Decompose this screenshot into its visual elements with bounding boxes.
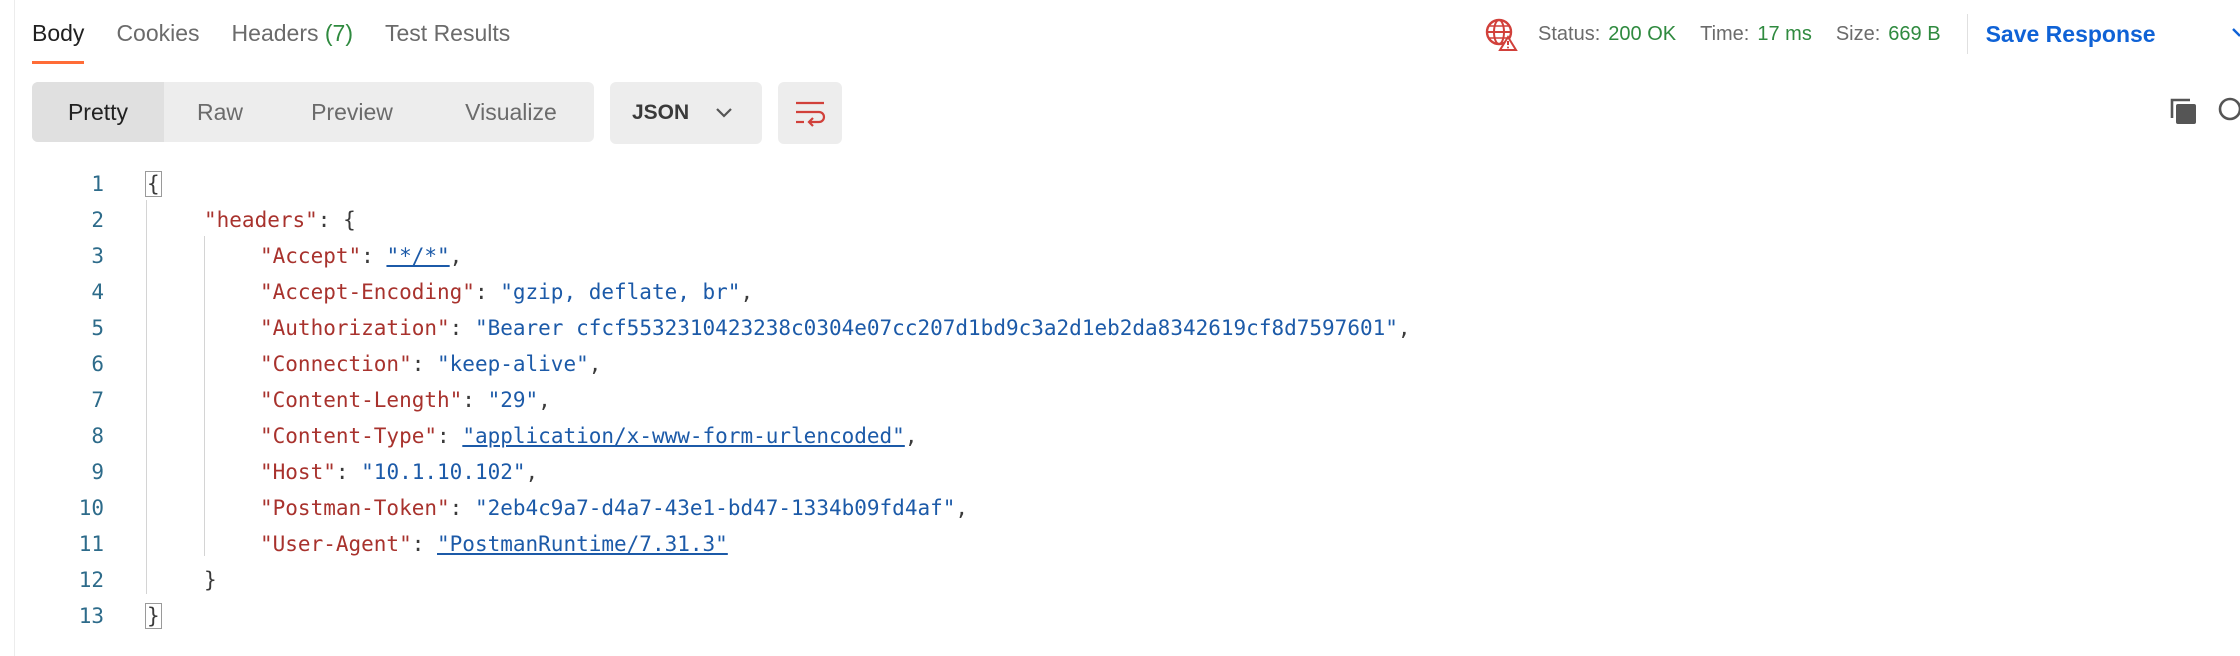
json-value: "gzip, deflate, br" (500, 280, 741, 304)
line-number: 13 (78, 604, 104, 628)
json-value: "keep-alive" (437, 352, 589, 376)
wrap-lines-button[interactable] (778, 82, 842, 144)
json-key: "Authorization" (260, 316, 450, 340)
json-key: "Accept-Encoding" (260, 280, 475, 304)
code-line: 2 "headers": { (0, 202, 2240, 238)
json-key: "headers" (204, 208, 318, 232)
line-number: 12 (78, 568, 104, 592)
save-response-button[interactable]: Save Response (1986, 21, 2156, 48)
tab-headers-label: Headers (231, 20, 319, 46)
json-value: "PostmanRuntime/7.31.3" (437, 532, 728, 556)
chevron-down-icon (716, 108, 732, 118)
divider (1966, 14, 1968, 54)
json-close-brace: } (204, 568, 217, 592)
view-raw[interactable]: Raw (164, 82, 276, 142)
chevron-down-icon[interactable] (2230, 20, 2240, 44)
tab-headers[interactable]: Headers (7) (232, 0, 353, 64)
code-line: 3 "Accept": "*/*", (0, 238, 2240, 274)
line-number: 10 (78, 496, 104, 520)
line-number: 6 (91, 352, 104, 376)
code-line: 13 } (0, 598, 2240, 634)
code-line: 7 "Content-Length": "29", (0, 382, 2240, 418)
code-line: 4 "Accept-Encoding": "gzip, deflate, br"… (0, 274, 2240, 310)
json-value: "10.1.10.102" (361, 460, 526, 484)
json-value: "Bearer cfcf5532310423238c0304e07cc207d1… (474, 316, 1398, 340)
tab-cookies-label: Cookies (116, 20, 200, 46)
code-line: 6 "Connection": "keep-alive", (0, 346, 2240, 382)
line-number: 3 (91, 244, 104, 268)
wrap-lines-icon (796, 101, 826, 127)
json-close-brace: } (145, 603, 162, 629)
status-value[interactable]: 200 OK (1608, 23, 1676, 46)
status-label: Status: (1538, 22, 1601, 45)
time-label: Time: (1700, 22, 1750, 45)
view-mode-selector: Pretty Raw Preview Visualize (32, 82, 594, 142)
json-punct: : { (317, 208, 356, 232)
format-label: JSON (632, 101, 690, 124)
json-key: "Content-Length" (260, 388, 463, 412)
time-value[interactable]: 17 ms (1757, 23, 1811, 46)
json-value: "application/x-www-form-urlencoded" (462, 424, 905, 448)
line-number: 11 (78, 532, 104, 556)
view-visualize[interactable]: Visualize (428, 82, 594, 142)
response-tabs: Body Cookies Headers (7) Test Results (32, 0, 542, 64)
tab-test-results-label: Test Results (385, 20, 511, 46)
json-open-brace: { (145, 171, 162, 197)
line-number: 9 (91, 460, 104, 484)
format-dropdown[interactable]: JSON (610, 82, 762, 144)
json-value: "2eb4c9a7-d4a7-43e1-bd47-1334b09fd4af" (474, 496, 956, 520)
json-value: "29" (487, 388, 539, 412)
code-line: 12 } (0, 562, 2240, 598)
headers-count-badge: (7) (324, 20, 353, 46)
line-number: 2 (91, 208, 104, 232)
view-preview[interactable]: Preview (276, 82, 428, 142)
json-key: "Accept" (260, 244, 362, 268)
code-line: 10 "Postman-Token": "2eb4c9a7-d4a7-43e1-… (0, 490, 2240, 526)
view-pretty[interactable]: Pretty (32, 82, 164, 142)
json-key: "Connection" (260, 352, 412, 376)
tab-body[interactable]: Body (32, 0, 85, 64)
size-label: Size: (1835, 22, 1881, 45)
code-line: 1 { (0, 166, 2240, 202)
json-value: "*/*" (386, 244, 450, 268)
tab-test-results[interactable]: Test Results (385, 0, 510, 64)
line-number: 7 (91, 388, 104, 412)
tab-body-label: Body (32, 20, 85, 46)
line-number: 5 (91, 316, 104, 340)
code-line: 9 "Host": "10.1.10.102", (0, 454, 2240, 490)
line-number: 4 (91, 280, 104, 304)
size-value[interactable]: 669 B (1888, 23, 1940, 46)
code-line: 11 "User-Agent": "PostmanRuntime/7.31.3" (0, 526, 2240, 562)
json-key: "Content-Type" (260, 424, 438, 448)
code-line: 8 "Content-Type": "application/x-www-for… (0, 418, 2240, 454)
line-number: 8 (91, 424, 104, 448)
network-globe-icon[interactable] (1484, 17, 1518, 51)
search-icon[interactable] (2216, 96, 2240, 126)
tab-cookies[interactable]: Cookies (116, 0, 199, 64)
copy-icon[interactable] (2168, 96, 2198, 126)
response-status-bar: Status: 200 OK Time: 17 ms Size: 669 B S… (1484, 14, 2156, 54)
json-key: "Postman-Token" (260, 496, 450, 520)
line-number: 1 (91, 172, 104, 196)
json-key: "Host" (260, 460, 336, 484)
code-line: 5 "Authorization": "Bearer cfcf553231042… (0, 310, 2240, 346)
json-key: "User-Agent" (260, 532, 412, 556)
